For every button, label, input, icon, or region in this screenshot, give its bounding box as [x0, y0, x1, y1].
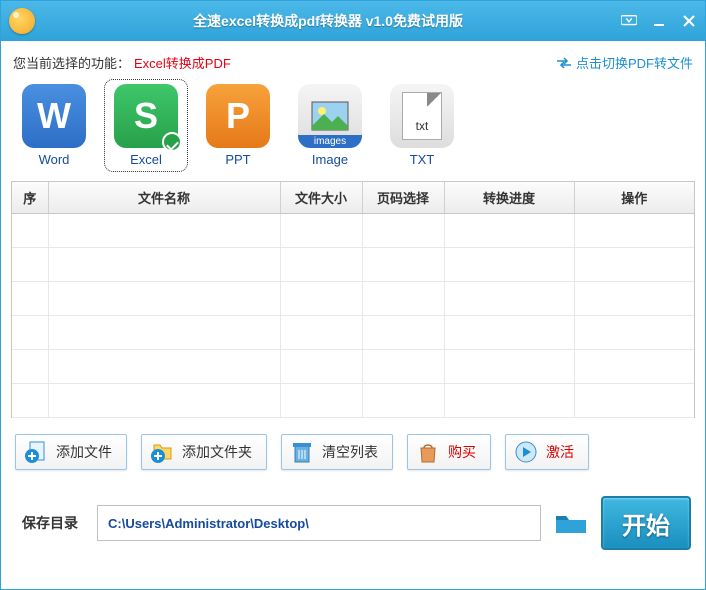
close-icon[interactable] [681, 13, 697, 29]
add-file-button[interactable]: 添加文件 [15, 434, 127, 470]
add-file-icon [22, 438, 50, 466]
app-window: 全速excel转换成pdf转换器 v1.0免费试用版 您当前选择的功能： Exc… [0, 0, 706, 590]
word-icon: W [22, 84, 86, 148]
button-label: 添加文件 [56, 442, 112, 462]
col-progress[interactable]: 转换进度 [444, 182, 574, 214]
swap-icon [556, 57, 572, 69]
col-actions[interactable]: 操作 [574, 182, 694, 214]
format-label: Excel [130, 152, 162, 167]
format-label: Image [312, 152, 348, 167]
file-table: 序 文件名称 文件大小 页码选择 转换进度 操作 [11, 181, 695, 418]
dropdown-icon[interactable] [621, 13, 637, 29]
col-index[interactable]: 序 [12, 182, 48, 214]
activate-icon [512, 438, 540, 466]
image-sub-label: images [298, 135, 362, 148]
col-pages[interactable]: 页码选择 [362, 182, 444, 214]
check-badge-icon [162, 132, 182, 152]
buy-button[interactable]: 购买 [407, 434, 491, 470]
txt-icon: txt [390, 84, 454, 148]
save-dir-label: 保存目录 [15, 513, 85, 533]
button-label: 购买 [448, 442, 476, 462]
window-title: 全速excel转换成pdf转换器 v1.0免费试用版 [35, 11, 621, 31]
format-ppt[interactable]: P PPT [199, 82, 277, 169]
format-label: PPT [225, 152, 250, 167]
minimize-icon[interactable] [651, 13, 667, 29]
titlebar: 全速excel转换成pdf转换器 v1.0免费试用版 [1, 1, 705, 41]
table-row [12, 248, 694, 282]
save-dir-input[interactable] [97, 505, 541, 541]
start-button[interactable]: 开始 [601, 496, 691, 550]
clear-list-button[interactable]: 清空列表 [281, 434, 393, 470]
shopping-bag-icon [414, 438, 442, 466]
content-area: 您当前选择的功能： Excel转换成PDF 点击切换PDF转文件 W Word … [1, 41, 705, 589]
add-folder-icon [148, 438, 176, 466]
format-label: TXT [410, 152, 435, 167]
format-excel[interactable]: S Excel [107, 82, 185, 169]
window-controls [621, 13, 697, 29]
function-name: Excel转换成PDF [134, 53, 231, 72]
format-image[interactable]: images Image [291, 82, 369, 169]
button-label: 添加文件夹 [182, 442, 252, 462]
excel-icon: S [114, 84, 178, 148]
activate-button[interactable]: 激活 [505, 434, 589, 470]
function-label: 您当前选择的功能： [13, 53, 130, 72]
trash-icon [288, 438, 316, 466]
switch-mode-text: 点击切换PDF转文件 [576, 53, 693, 72]
table-row [12, 214, 694, 248]
start-label: 开始 [622, 506, 670, 541]
col-filesize[interactable]: 文件大小 [280, 182, 362, 214]
browse-folder-button[interactable] [553, 510, 589, 536]
button-label: 清空列表 [322, 442, 378, 462]
table-row [12, 316, 694, 350]
image-icon: images [298, 84, 362, 148]
format-txt[interactable]: txt TXT [383, 82, 461, 169]
format-label: Word [39, 152, 70, 167]
button-label: 激活 [546, 442, 574, 462]
format-word[interactable]: W Word [15, 82, 93, 169]
app-logo-icon [9, 8, 35, 34]
save-row: 保存目录 开始 [11, 478, 695, 556]
action-buttons: 添加文件 添加文件夹 清空列表 购买 激活 [11, 418, 695, 478]
table-row [12, 282, 694, 316]
switch-mode-link[interactable]: 点击切换PDF转文件 [556, 53, 693, 72]
table-row [12, 384, 694, 418]
format-tiles: W Word S Excel P PPT images Image txt [11, 82, 695, 181]
col-filename[interactable]: 文件名称 [48, 182, 280, 214]
function-row: 您当前选择的功能： Excel转换成PDF 点击切换PDF转文件 [11, 49, 695, 82]
table-row [12, 350, 694, 384]
ppt-icon: P [206, 84, 270, 148]
add-folder-button[interactable]: 添加文件夹 [141, 434, 267, 470]
